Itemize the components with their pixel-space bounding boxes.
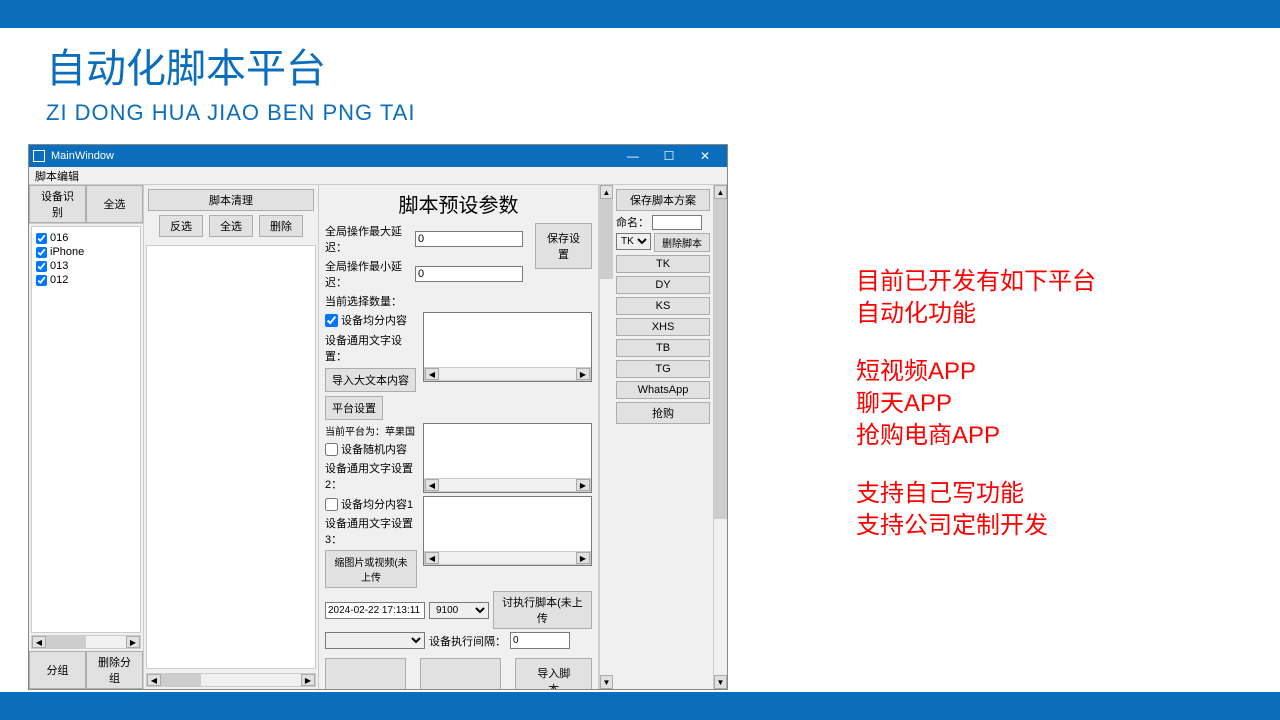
device-panel: 设备识别 全选 016 iPhone 013 012 ◀▶ 分组 删除分组: [29, 185, 144, 689]
device-checkbox[interactable]: [36, 275, 47, 286]
device-identify-button[interactable]: 设备识别: [29, 185, 86, 223]
delete-button[interactable]: 删除: [259, 215, 303, 237]
invert-select-button[interactable]: 反选: [159, 215, 203, 237]
scroll-down-icon[interactable]: ▼: [600, 675, 613, 689]
platform-tb-button[interactable]: TB: [616, 339, 710, 357]
script-list[interactable]: [146, 245, 316, 669]
select-all-button[interactable]: 全选: [209, 215, 253, 237]
device-avg1-checkbox[interactable]: [325, 498, 338, 511]
page-title: 自动化脚本平台: [46, 36, 326, 94]
import-script-button[interactable]: 导入脚本: [515, 658, 592, 689]
platform-tk-button[interactable]: TK: [616, 255, 710, 273]
empty-select[interactable]: [325, 632, 425, 649]
group-button[interactable]: 分组: [29, 651, 86, 689]
right-vscroll[interactable]: ▲▼: [713, 185, 727, 689]
platform-settings-button[interactable]: 平台设置: [325, 396, 383, 420]
platform-dy-button[interactable]: DY: [616, 276, 710, 294]
scroll-down-icon[interactable]: ▼: [714, 675, 727, 689]
device-item: 016: [36, 231, 136, 245]
delete-scheme-button[interactable]: 删除脚本: [654, 233, 710, 252]
center-vscroll[interactable]: ▲▼: [599, 185, 613, 689]
platform-tg-button[interactable]: TG: [616, 360, 710, 378]
device-select-all-button[interactable]: 全选: [86, 185, 143, 223]
page-bottom-bar: [0, 692, 1280, 720]
platform-buy-button[interactable]: 抢购: [616, 402, 710, 424]
current-platform-label: 当前平台为：苹果国: [325, 423, 417, 438]
common-text3-area[interactable]: ◀▶: [423, 496, 592, 566]
max-delay-input[interactable]: [415, 231, 523, 247]
device-item: 013: [36, 259, 136, 273]
feature-list: 目前已开发有如下平台 自动化功能 短视频APP 聊天APP 抢购电商APP 支持…: [856, 266, 1096, 542]
min-delay-label: 全局操作最小延迟：: [325, 258, 411, 290]
device-checkbox[interactable]: [36, 261, 47, 272]
common-text-label: 设备通用文字设置：: [325, 332, 417, 364]
port-select[interactable]: 9100: [429, 602, 489, 619]
minimize-button[interactable]: —: [615, 145, 651, 167]
script-hscroll[interactable]: ◀▶: [146, 673, 316, 687]
platform-ks-button[interactable]: KS: [616, 297, 710, 315]
device-avg-checkbox[interactable]: [325, 314, 338, 327]
stop-script-button[interactable]: 中止脚本: [325, 658, 406, 689]
select-count-label: 当前选择数量：: [325, 293, 592, 309]
max-delay-label: 全局操作最大延迟：: [325, 223, 411, 255]
save-scheme-button[interactable]: 保存脚本方案: [616, 189, 710, 211]
scheme-panel: 保存脚本方案 命名： TK 删除脚本 TK DY KS XHS TB TG Wh…: [613, 185, 713, 689]
menu-script-edit[interactable]: 脚本编辑: [35, 171, 79, 183]
device-item: 012: [36, 273, 136, 287]
menu-bar: 脚本编辑: [29, 167, 727, 185]
platform-xhs-button[interactable]: XHS: [616, 318, 710, 336]
device-checkbox[interactable]: [36, 247, 47, 258]
device-interval-label: 设备执行间隔：: [429, 633, 506, 649]
delete-group-button[interactable]: 删除分组: [86, 651, 143, 689]
save-settings-button[interactable]: 保存设置: [535, 223, 592, 269]
exec-script-button[interactable]: 讨执行脚本(未上传: [493, 591, 592, 629]
scroll-left-icon[interactable]: ◀: [32, 636, 46, 648]
random-content-checkbox[interactable]: [325, 443, 338, 456]
scheme-name-label: 命名：: [616, 214, 649, 230]
common-text3-label: 设备通用文字设置3：: [325, 515, 417, 547]
window-icon: [33, 150, 45, 162]
datetime-input[interactable]: [325, 602, 425, 619]
window-title: MainWindow: [51, 150, 615, 162]
media-upload-button[interactable]: 缩图片或视频(未上传: [325, 550, 417, 588]
common-text2-label: 设备通用文字设置2：: [325, 460, 417, 492]
window-title-bar[interactable]: MainWindow — ☐ ✕: [29, 145, 727, 167]
preset-params-panel: 脚本预设参数 全局操作最大延迟： 全局操作最小延迟： 保存设置 当前选择数量： …: [319, 185, 599, 689]
import-text-button[interactable]: 导入大文本内容: [325, 368, 416, 392]
common-text-area[interactable]: ◀▶: [423, 312, 592, 382]
common-text2-area[interactable]: ◀▶: [423, 423, 592, 493]
script-list-panel: 脚本清理 反选 全选 删除 ◀▶: [144, 185, 319, 689]
run-script-button[interactable]: 运行脚本: [420, 658, 501, 689]
scroll-right-icon[interactable]: ▶: [126, 636, 140, 648]
device-interval-input[interactable]: [510, 632, 570, 649]
device-item: iPhone: [36, 245, 136, 259]
scroll-up-icon[interactable]: ▲: [600, 185, 613, 199]
scroll-right-icon[interactable]: ▶: [301, 674, 315, 686]
scroll-up-icon[interactable]: ▲: [714, 185, 727, 199]
preset-params-title: 脚本预设参数: [325, 189, 592, 218]
maximize-button[interactable]: ☐: [651, 145, 687, 167]
scheme-select[interactable]: TK: [616, 233, 651, 250]
device-checkbox[interactable]: [36, 233, 47, 244]
page-top-bar: [0, 0, 1280, 28]
page-subtitle: ZI DONG HUA JIAO BEN PNG TAI: [46, 100, 415, 126]
device-hscroll[interactable]: ◀▶: [31, 635, 141, 649]
min-delay-input[interactable]: [415, 266, 523, 282]
main-window: MainWindow — ☐ ✕ 脚本编辑 设备识别 全选 016 iPhone…: [28, 144, 728, 690]
close-button[interactable]: ✕: [687, 145, 723, 167]
platform-whatsapp-button[interactable]: WhatsApp: [616, 381, 710, 399]
scroll-left-icon[interactable]: ◀: [147, 674, 161, 686]
script-clean-header[interactable]: 脚本清理: [148, 189, 314, 211]
scheme-name-input[interactable]: [652, 215, 702, 230]
device-list[interactable]: 016 iPhone 013 012: [31, 226, 141, 633]
